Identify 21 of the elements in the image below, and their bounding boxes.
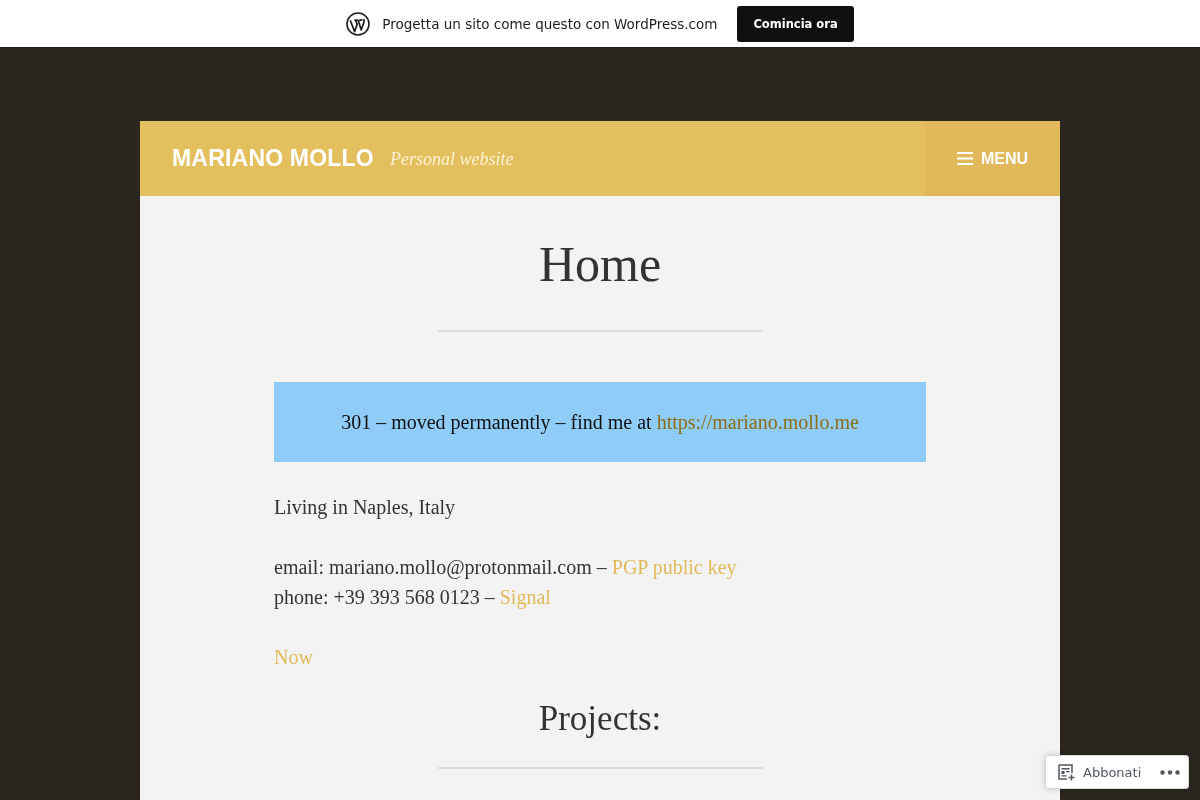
menu-icon xyxy=(956,152,973,165)
text-link[interactable]: PGP public key xyxy=(611,556,737,578)
start-button[interactable]: Comincia ora xyxy=(737,5,854,42)
text-link[interactable]: Signal xyxy=(499,586,551,608)
text-link[interactable]: https://mariano.mollo.me xyxy=(656,410,859,433)
menu-button[interactable]: MENU xyxy=(925,121,1060,196)
subscribe-button[interactable]: Abbonati xyxy=(1058,763,1142,781)
site-tagline: Personal website xyxy=(389,148,514,170)
section-heading: Projects: xyxy=(538,698,662,740)
wordpress-logo-icon xyxy=(346,11,371,36)
promo-text: Progetta un sito come questo con WordPress.com xyxy=(382,15,718,32)
site-title[interactable]: MARIANO MOLLO xyxy=(172,145,374,172)
paragraph-text: phone: +39 393 568 0123 – Signal xyxy=(274,585,551,611)
paragraph-text: Living in Naples, Italy xyxy=(274,495,456,521)
page-title: Home xyxy=(538,235,662,294)
paragraph-text: email: mariano.mollo@protonmail.com – PGP public key xyxy=(274,555,737,581)
text-link[interactable]: Now xyxy=(274,642,313,672)
more-icon xyxy=(1160,769,1180,775)
reader-plus-icon xyxy=(1058,763,1075,781)
more-button[interactable] xyxy=(1160,769,1180,775)
notice-text: 301 – moved permanently – find me at https://mariano.mollo.me xyxy=(341,410,859,434)
